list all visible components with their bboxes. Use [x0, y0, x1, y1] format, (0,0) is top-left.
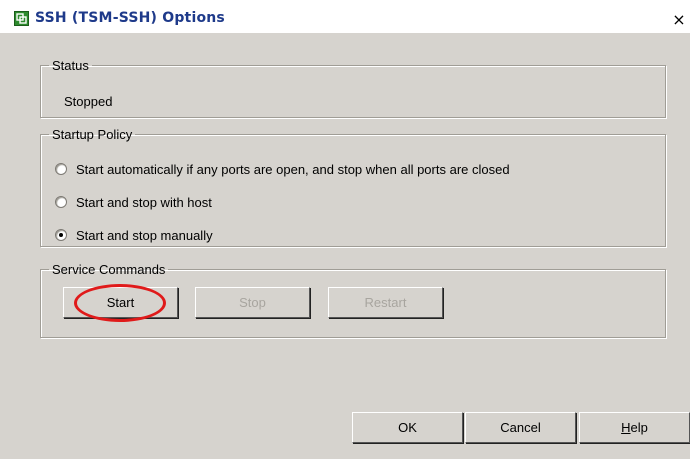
- app-icon: [14, 11, 29, 26]
- radio-button-selected[interactable]: [55, 229, 67, 241]
- policy-option-with-host[interactable]: Start and stop with host: [55, 193, 212, 211]
- help-mnemonic: H: [621, 420, 631, 435]
- start-button[interactable]: Start: [63, 287, 178, 318]
- status-legend: Status: [52, 58, 89, 73]
- title-bar[interactable]: SSH (TSM-SSH) Options ×: [0, 0, 690, 33]
- policy-option-label: Start automatically if any ports are ope…: [76, 161, 510, 177]
- ssh-options-dialog: SSH (TSM-SSH) Options × Status Stopped S…: [0, 0, 690, 459]
- policy-option-label: Start and stop manually: [76, 227, 213, 243]
- help-button[interactable]: Help: [579, 412, 690, 443]
- cancel-button[interactable]: Cancel: [465, 412, 576, 443]
- startup-policy-legend: Startup Policy: [52, 127, 133, 142]
- service-commands-legend: Service Commands: [52, 262, 166, 277]
- window-title: SSH (TSM-SSH) Options: [35, 10, 225, 26]
- policy-option-manual[interactable]: Start and stop manually: [55, 226, 213, 244]
- radio-button[interactable]: [55, 196, 67, 208]
- ok-button[interactable]: OK: [352, 412, 463, 443]
- status-group: Status Stopped: [40, 58, 666, 118]
- radio-button[interactable]: [55, 163, 67, 175]
- startup-policy-group: Startup Policy Start automatically if an…: [40, 127, 666, 247]
- policy-option-label: Start and stop with host: [76, 194, 212, 210]
- help-label-rest: elp: [630, 420, 648, 435]
- restart-button[interactable]: Restart: [328, 287, 443, 318]
- close-icon[interactable]: ×: [670, 10, 688, 30]
- stop-button[interactable]: Stop: [195, 287, 310, 318]
- policy-option-auto[interactable]: Start automatically if any ports are ope…: [55, 160, 510, 178]
- status-value: Stopped: [64, 94, 113, 109]
